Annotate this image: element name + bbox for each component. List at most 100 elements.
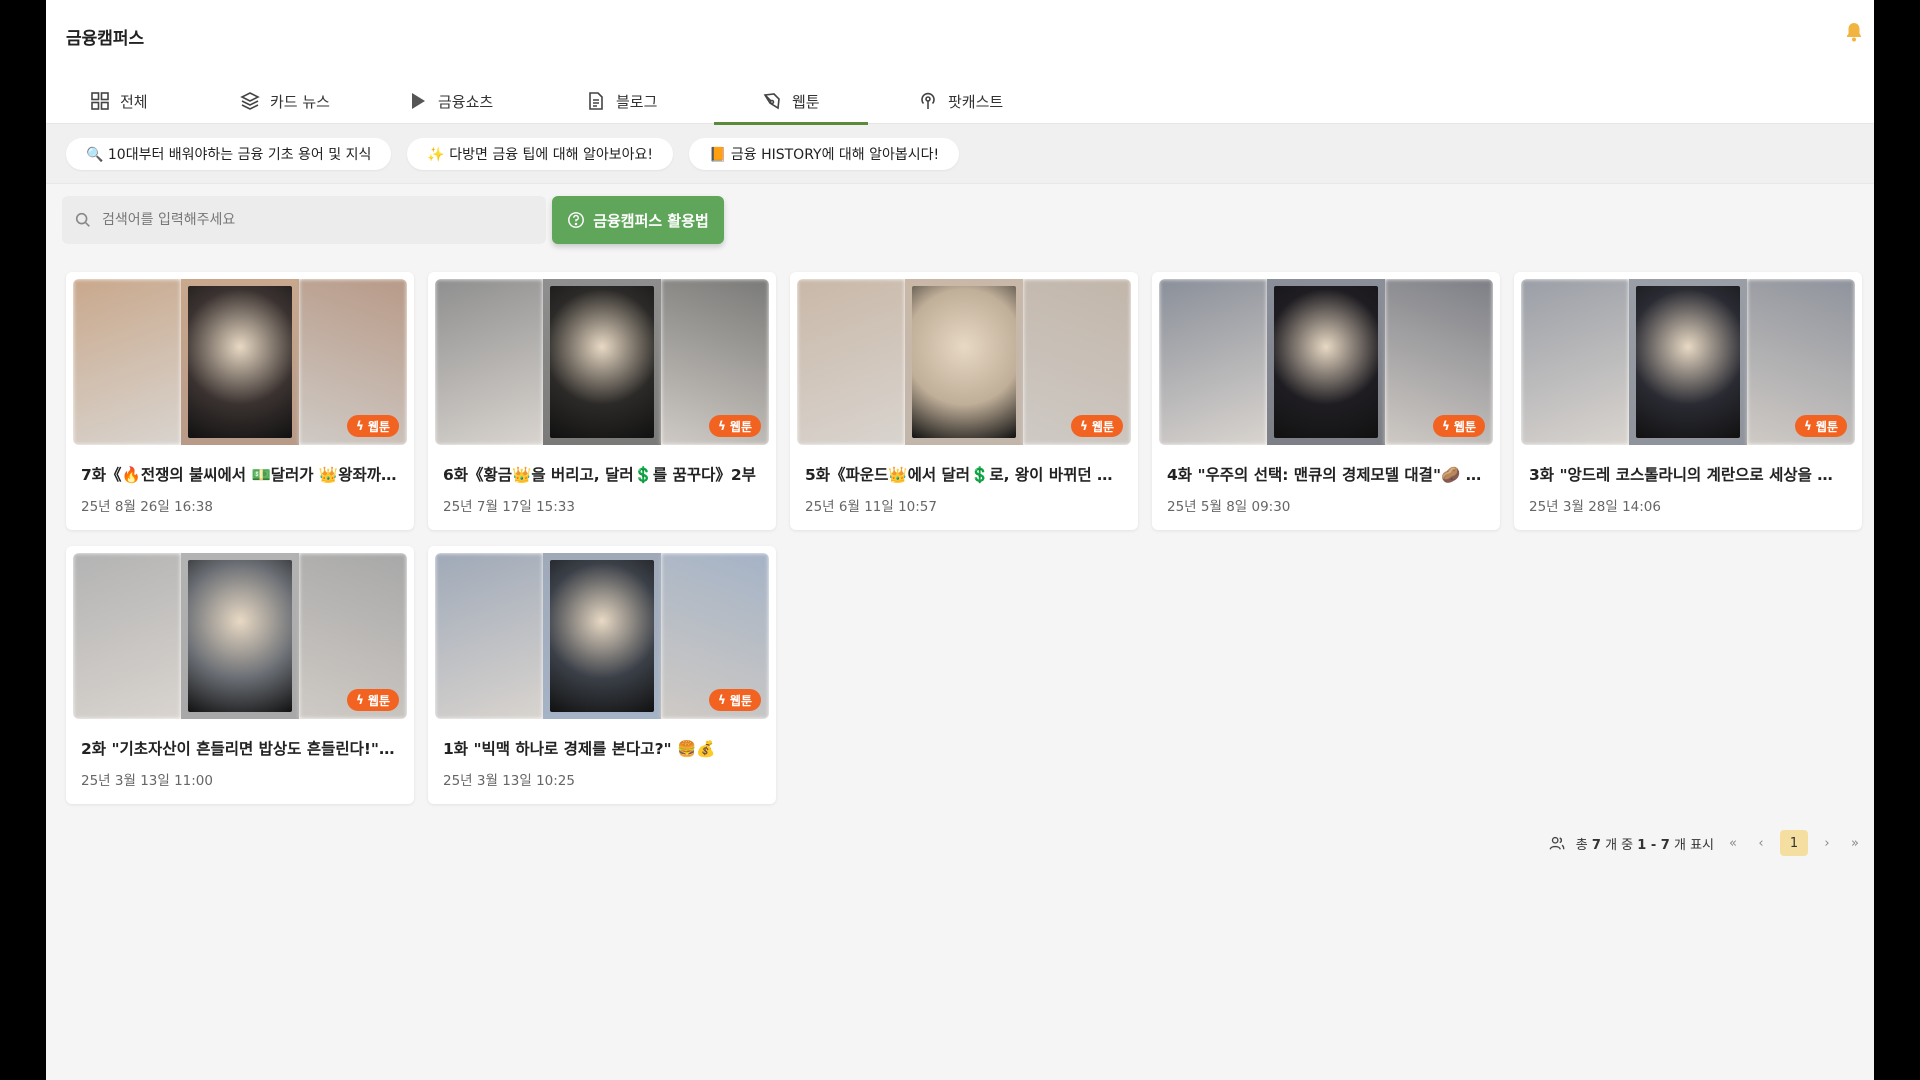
thumbnail-image bbox=[188, 560, 292, 712]
bolt-icon: ϟ bbox=[355, 419, 364, 433]
search-box bbox=[62, 196, 546, 244]
webtoon-card[interactable]: ϟ 웹툰 5화《파운드👑에서 달러💲로, 왕이 바뀌던 날... 25년 6월 … bbox=[790, 272, 1138, 530]
card-date: 25년 7월 17일 15:33 bbox=[443, 499, 575, 515]
webtoon-badge: ϟ 웹툰 bbox=[346, 415, 399, 437]
bolt-icon: ϟ bbox=[1441, 419, 1450, 433]
thumbnail-center bbox=[181, 553, 299, 719]
tab-label: 팟캐스트 bbox=[948, 92, 1004, 111]
total-count: 7 bbox=[1591, 837, 1601, 853]
card-date: 25년 3월 13일 10:25 bbox=[443, 773, 575, 789]
thumbnail-image bbox=[550, 560, 654, 712]
badge-label: 웹툰 bbox=[729, 693, 752, 708]
webtoon-badge: ϟ 웹툰 bbox=[1070, 415, 1123, 437]
page-current[interactable]: 1 bbox=[1780, 830, 1808, 856]
thumbnail-center bbox=[543, 553, 661, 719]
tab-card-news[interactable]: 카드 뉴스 bbox=[196, 78, 364, 124]
pen-icon bbox=[763, 93, 780, 110]
next-page-icon[interactable]: › bbox=[1818, 834, 1836, 852]
thumbnail-image bbox=[550, 286, 654, 438]
badge-label: 웹툰 bbox=[729, 419, 752, 434]
thumbnail-blur-left bbox=[435, 553, 543, 719]
users-icon bbox=[1549, 836, 1565, 850]
thumbnail: ϟ 웹툰 bbox=[797, 279, 1131, 445]
bolt-icon: ϟ bbox=[1803, 419, 1812, 433]
card-title: 2화 "기초자산이 흔들리면 밥상도 흔들린다!" ... bbox=[81, 740, 399, 758]
thumbnail-center bbox=[181, 279, 299, 445]
card-title: 4화 "우주의 선택: 맨큐의 경제모델 대결"🥔 v... bbox=[1167, 466, 1485, 484]
card-date: 25년 3월 13일 11:00 bbox=[81, 773, 213, 789]
thumbnail-image bbox=[1274, 286, 1378, 438]
webtoon-badge: ϟ 웹툰 bbox=[1432, 415, 1485, 437]
webtoon-badge: ϟ 웹툰 bbox=[1794, 415, 1847, 437]
thumbnail-blur-left bbox=[73, 553, 181, 719]
thumbnail-image bbox=[1636, 286, 1740, 438]
tab-label: 금융쇼츠 bbox=[438, 92, 494, 111]
webtoon-card[interactable]: ϟ 웹툰 1화 "빅맥 하나로 경제를 본다고?" 🍔💰 25년 3월 13일 … bbox=[428, 546, 776, 804]
prev-page-icon[interactable]: ‹ bbox=[1752, 834, 1770, 852]
bolt-icon: ϟ bbox=[1079, 419, 1088, 433]
app-title: 금융캠퍼스 bbox=[66, 29, 145, 49]
document-icon bbox=[589, 92, 603, 110]
webtoon-card[interactable]: ϟ 웹툰 6화《황금👑을 버리고, 달러💲를 꿈꾸다》2부 25년 7월 17일… bbox=[428, 272, 776, 530]
topic-chips: 🔍 10대부터 배워야하는 금융 기초 용어 및 지식 ✨ 다방면 금융 팁에 … bbox=[46, 124, 1874, 184]
badge-label: 웹툰 bbox=[367, 693, 390, 708]
first-page-icon[interactable]: « bbox=[1724, 834, 1742, 852]
card-date: 25년 3월 28일 14:06 bbox=[1529, 499, 1661, 515]
thumbnail-image bbox=[188, 286, 292, 438]
chip-basics[interactable]: 🔍 10대부터 배워야하는 금융 기초 용어 및 지식 bbox=[66, 137, 392, 170]
card-title: 3화 "앙드레 코스톨라니의 계란으로 세상을 읽... bbox=[1529, 466, 1847, 484]
thumbnail: ϟ 웹툰 bbox=[435, 553, 769, 719]
play-icon bbox=[412, 93, 425, 109]
card-title: 6화《황금👑을 버리고, 달러💲를 꿈꾸다》2부 bbox=[443, 466, 756, 484]
card-title: 7화《🔥전쟁의 불씨에서 💵달러가 👑왕좌까지... bbox=[81, 466, 399, 484]
webtoon-card[interactable]: ϟ 웹툰 7화《🔥전쟁의 불씨에서 💵달러가 👑왕좌까지... 25년 8월 2… bbox=[66, 272, 414, 530]
webtoon-badge: ϟ 웹툰 bbox=[708, 415, 761, 437]
last-page-icon[interactable]: » bbox=[1846, 834, 1864, 852]
badge-label: 웹툰 bbox=[1453, 419, 1476, 434]
tab-label: 웹툰 bbox=[792, 92, 820, 111]
thumbnail: ϟ 웹툰 bbox=[1159, 279, 1493, 445]
thumbnail-blur-left bbox=[1159, 279, 1267, 445]
card-title: 1화 "빅맥 하나로 경제를 본다고?" 🍔💰 bbox=[443, 740, 716, 758]
tab-all[interactable]: 전체 bbox=[46, 78, 196, 124]
card-date: 25년 6월 11일 10:57 bbox=[805, 499, 937, 515]
card-date: 25년 5월 8일 09:30 bbox=[1167, 499, 1291, 515]
thumbnail-center bbox=[905, 279, 1023, 445]
range: 1 - 7 bbox=[1637, 837, 1670, 853]
pagination-summary: 총 7 개 중 1 - 7 개 표시 bbox=[1575, 837, 1714, 853]
badge-label: 웹툰 bbox=[1815, 419, 1838, 434]
guide-button[interactable]: 금융캠퍼스 활용법 bbox=[552, 196, 724, 244]
tab-blog[interactable]: 블로그 bbox=[542, 78, 714, 124]
pagination: 총 7 개 중 1 - 7 개 표시 « ‹ 1 › » bbox=[1548, 830, 1864, 856]
badge-label: 웹툰 bbox=[1091, 419, 1114, 434]
tab-label: 카드 뉴스 bbox=[270, 92, 330, 111]
tab-shorts[interactable]: 금융쇼츠 bbox=[364, 78, 542, 124]
thumbnail-image bbox=[912, 286, 1016, 438]
thumbnail: ϟ 웹툰 bbox=[73, 279, 407, 445]
help-icon bbox=[568, 212, 585, 228]
tab-label: 블로그 bbox=[616, 92, 658, 111]
bolt-icon: ϟ bbox=[717, 693, 726, 707]
webtoon-card[interactable]: ϟ 웹툰 4화 "우주의 선택: 맨큐의 경제모델 대결"🥔 v... 25년 … bbox=[1152, 272, 1500, 530]
bolt-icon: ϟ bbox=[717, 419, 726, 433]
tab-podcast[interactable]: 팟캐스트 bbox=[868, 78, 1028, 124]
search-row: 금융캠퍼스 활용법 bbox=[46, 184, 1874, 256]
card-date: 25년 8월 26일 16:38 bbox=[81, 499, 213, 515]
card-title: 5화《파운드👑에서 달러💲로, 왕이 바뀌던 날... bbox=[805, 466, 1123, 484]
webtoon-card[interactable]: ϟ 웹툰 3화 "앙드레 코스톨라니의 계란으로 세상을 읽... 25년 3월… bbox=[1514, 272, 1862, 530]
tab-webtoon[interactable]: 웹툰 bbox=[714, 78, 868, 125]
thumbnail: ϟ 웹툰 bbox=[435, 279, 769, 445]
chip-tips[interactable]: ✨ 다방면 금융 팁에 대해 알아보아요! bbox=[407, 137, 673, 170]
badge-label: 웹툰 bbox=[367, 419, 390, 434]
layers-icon bbox=[240, 92, 260, 110]
thumbnail-center bbox=[1629, 279, 1747, 445]
search-input[interactable] bbox=[102, 212, 502, 228]
search-icon bbox=[75, 212, 90, 227]
webtoon-card[interactable]: ϟ 웹툰 2화 "기초자산이 흔들리면 밥상도 흔들린다!" ... 25년 3… bbox=[66, 546, 414, 804]
thumbnail-blur-left bbox=[73, 279, 181, 445]
chip-history[interactable]: 📙 금융 HISTORY에 대해 알아봅시다! bbox=[688, 137, 960, 170]
bell-icon[interactable] bbox=[1842, 20, 1866, 44]
tab-label: 전체 bbox=[120, 92, 148, 111]
grid-icon bbox=[91, 92, 109, 110]
webtoon-badge: ϟ 웹툰 bbox=[708, 689, 761, 711]
